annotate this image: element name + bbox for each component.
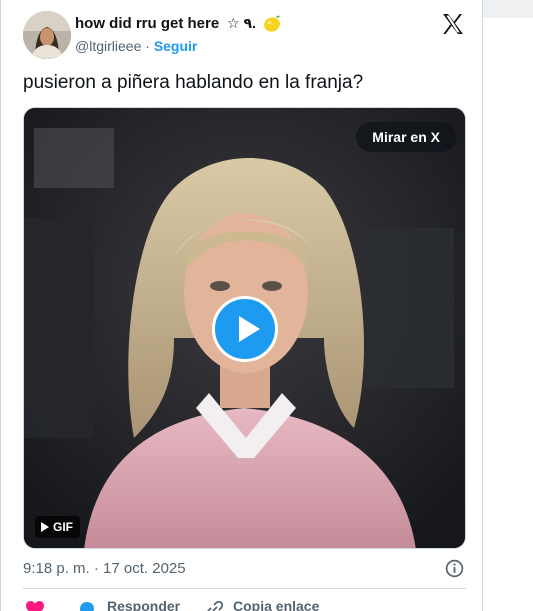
link-icon[interactable] xyxy=(206,600,224,611)
background-strip xyxy=(482,0,533,18)
copy-link-button[interactable]: Copia enlace xyxy=(233,598,319,611)
info-icon[interactable] xyxy=(445,559,464,578)
x-logo-icon[interactable] xyxy=(441,12,465,36)
handle-separator: · xyxy=(145,38,150,54)
tweet-timestamp[interactable]: 9:18 p. m. · 17 oct. 2025 xyxy=(23,560,186,577)
gif-play-icon xyxy=(41,522,49,532)
divider xyxy=(23,588,466,589)
gif-badge: GIF xyxy=(35,516,80,538)
tweet-text: pusieron a piñera hablando en la franja? xyxy=(23,72,364,93)
author-name-symbols: ☆ ۹. xyxy=(227,15,256,31)
follow-button[interactable]: Seguir xyxy=(154,38,198,54)
author-handle-row: @ltgirlieee · Seguir xyxy=(75,38,197,54)
lemon-emoji-icon xyxy=(264,15,280,32)
gif-media[interactable]: Mirar en X GIF xyxy=(23,107,466,549)
author-display-name[interactable]: how did rru get here xyxy=(75,15,219,32)
reply-button[interactable]: Responder xyxy=(107,598,180,611)
play-icon xyxy=(239,316,260,342)
avatar[interactable] xyxy=(23,11,71,59)
reply-icon[interactable] xyxy=(78,601,96,611)
gif-label: GIF xyxy=(53,520,73,534)
action-bar: Responder Copia enlace xyxy=(23,598,473,611)
heart-icon[interactable] xyxy=(26,601,44,611)
play-button[interactable] xyxy=(212,296,278,362)
view-on-x-button[interactable]: Mirar en X xyxy=(356,122,456,152)
author-handle[interactable]: @ltgirlieee xyxy=(75,38,141,54)
